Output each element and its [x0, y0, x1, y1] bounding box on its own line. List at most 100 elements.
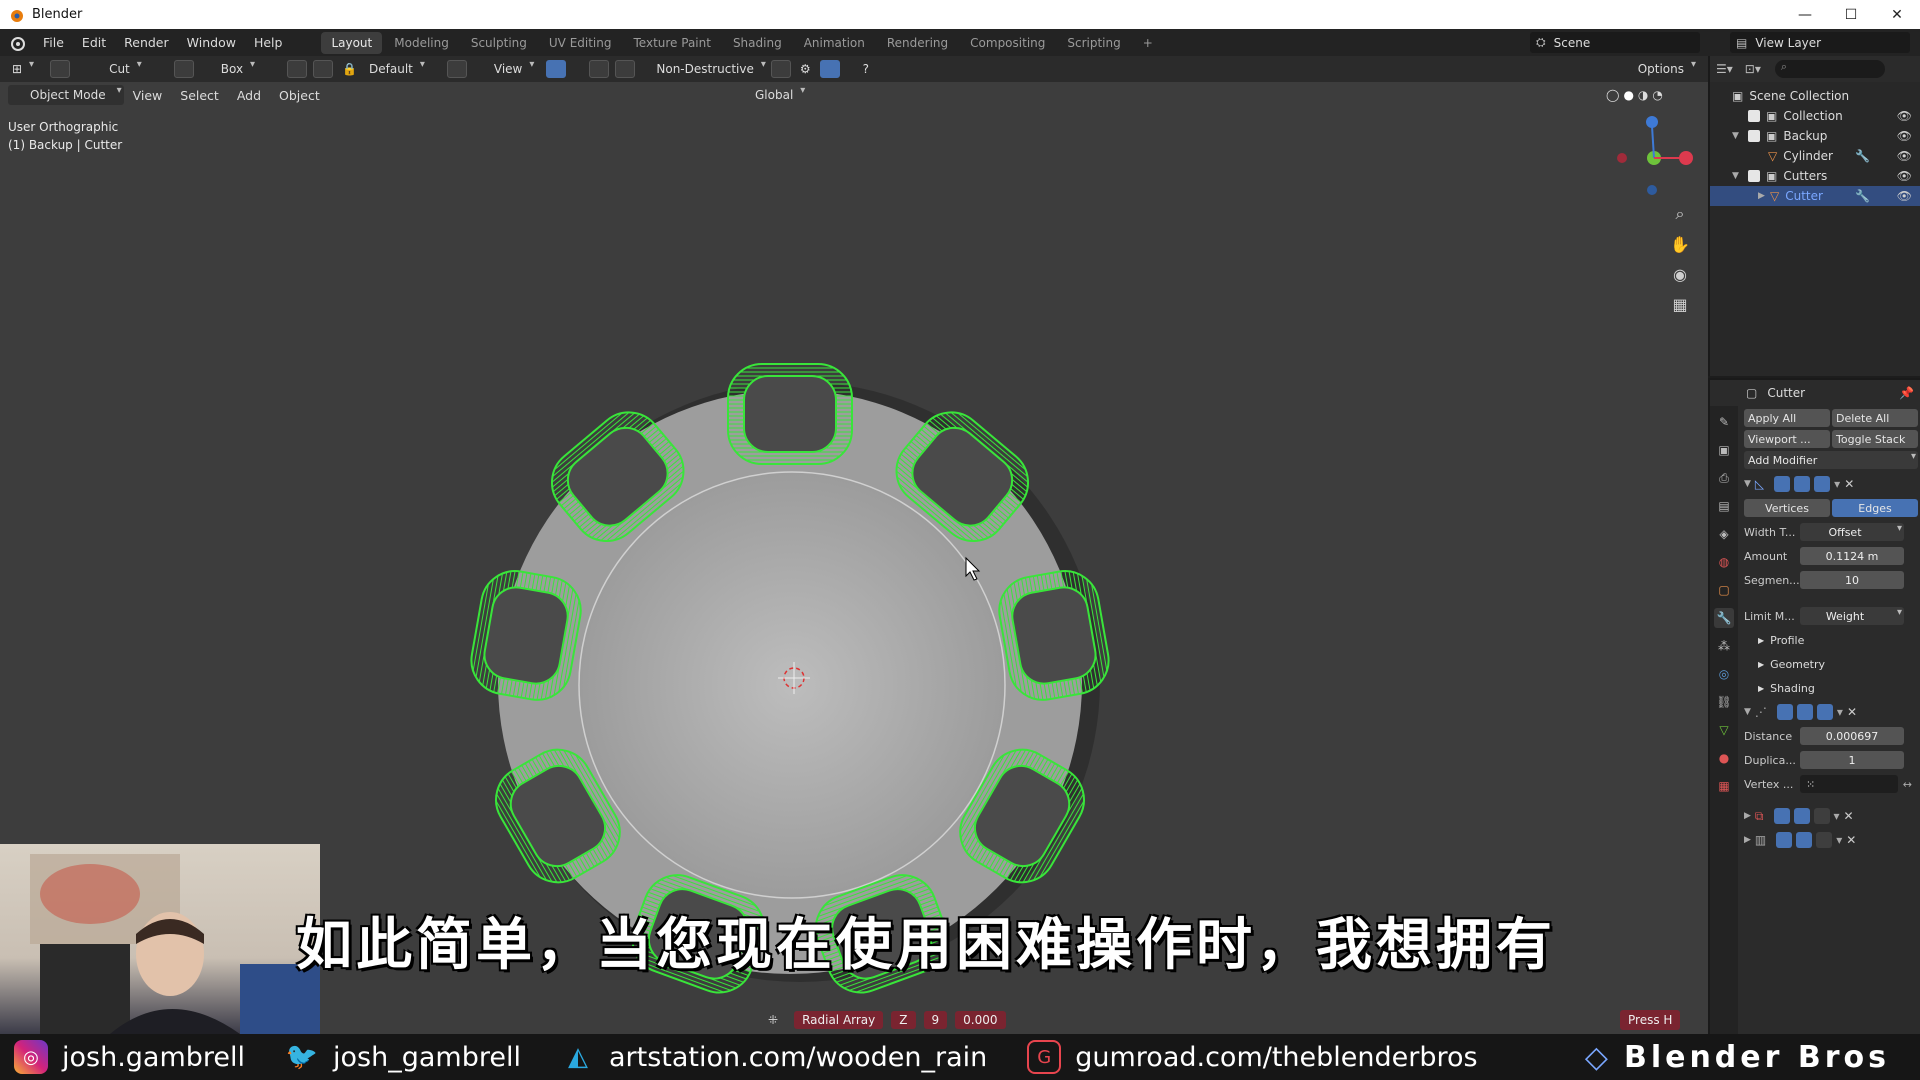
vertices-toggle[interactable]: Vertices [1744, 499, 1830, 517]
modifier-menu-icon[interactable]: ▾ [1834, 477, 1840, 491]
render-toggle[interactable] [1816, 832, 1833, 848]
delete-all-button[interactable]: Delete All [1832, 409, 1918, 427]
cutter-instance[interactable] [727, 363, 853, 465]
outliner-row-backup[interactable]: ▼ ▣ Backup 👁 [1710, 126, 1920, 146]
ortho-grid-icon[interactable]: ▦ [1668, 292, 1692, 316]
segments-field[interactable]: 10 [1800, 571, 1904, 589]
outliner-search-input[interactable]: ⌕ [1774, 60, 1885, 78]
edit-mode-toggle[interactable] [1774, 476, 1791, 492]
object-tab-icon[interactable]: ▢ [1714, 580, 1734, 600]
outliner-row-collection[interactable]: ▣ Collection 👁 [1710, 106, 1920, 126]
geometry-subpanel[interactable]: ▶ Geometry [1740, 652, 1920, 676]
menu-help[interactable]: Help [245, 29, 292, 56]
mode-toggle-icon[interactable] [173, 60, 194, 78]
non-destructive-dropdown[interactable]: Non-Destructive [650, 59, 768, 79]
invert-arrows-icon[interactable]: ↔ [1903, 778, 1912, 791]
twitter-link[interactable]: 🐦 josh_gambrell [285, 1040, 521, 1074]
menu-render[interactable]: Render [115, 29, 178, 56]
include-checkbox[interactable] [1748, 130, 1760, 142]
tab-sculpting[interactable]: Sculpting [461, 32, 537, 54]
remove-modifier-icon[interactable]: ✕ [1844, 477, 1854, 491]
expand-arrow-icon[interactable]: ▶ [1744, 811, 1751, 821]
settings-gear-icon[interactable]: ⚙ [794, 59, 817, 79]
snap-icon[interactable] [287, 60, 308, 78]
tab-modeling[interactable]: Modeling [384, 32, 459, 54]
visibility-eye-icon[interactable]: 👁 [1897, 109, 1912, 123]
data-tab-icon[interactable]: ▽ [1714, 720, 1734, 740]
operator-axis[interactable]: Z [891, 1011, 916, 1029]
render-toggle[interactable] [1816, 704, 1833, 720]
outliner-row-cutters[interactable]: ▼ ▣ Cutters 👁 [1710, 166, 1920, 186]
grid-icon[interactable] [313, 60, 334, 78]
output-tab-icon[interactable]: ⎙ [1714, 468, 1734, 488]
view-layer-selector[interactable]: ▤ View Layer [1730, 32, 1910, 53]
expand-arrow-icon[interactable]: ▶ [1744, 835, 1751, 845]
expand-arrow-icon[interactable]: ▼ [1732, 131, 1744, 141]
scene-selector[interactable]: ⛭ Scene [1530, 32, 1700, 53]
menu-window[interactable]: Window [178, 29, 245, 56]
active-tool-icon[interactable] [50, 60, 71, 78]
tab-uv-editing[interactable]: UV Editing [539, 32, 622, 54]
visibility-eye-icon[interactable]: 👁 [1897, 189, 1912, 203]
artstation-link[interactable]: ◭ artstation.com/wooden_rain [561, 1040, 987, 1074]
modifier-menu-icon[interactable]: ▾ [1837, 705, 1843, 719]
outliner-row-scene-collection[interactable]: ▣ Scene Collection [1710, 86, 1920, 106]
render-tab-icon[interactable]: ▣ [1714, 440, 1734, 460]
visibility-eye-icon[interactable]: 👁 [1897, 129, 1912, 143]
viewport-toggle-button[interactable]: Viewport ... [1744, 430, 1830, 448]
view-dropdown[interactable]: View [470, 59, 536, 79]
vertex-group-field[interactable]: ⁙ [1800, 775, 1898, 793]
instagram-link[interactable]: ◎ josh.gambrell [14, 1040, 245, 1074]
modifier-menu-icon[interactable]: ▾ [1836, 833, 1842, 847]
render-toggle[interactable] [1813, 808, 1830, 824]
minimize-button[interactable]: — [1782, 0, 1828, 29]
tab-rendering[interactable]: Rendering [877, 32, 958, 54]
blender-menu-icon[interactable] [8, 34, 26, 52]
modifier-tab-icon[interactable]: 🔧 [1714, 608, 1734, 628]
live-toggle-icon[interactable] [546, 60, 567, 78]
gumroad-link[interactable]: G gumroad.com/theblenderbros [1027, 1040, 1478, 1074]
viewport-display-toggle[interactable] [1794, 476, 1811, 492]
render-toggle[interactable] [1814, 476, 1831, 492]
operator-offset[interactable]: 0.000 [955, 1011, 1006, 1029]
outliner-filter-icon[interactable]: ⊡▾ [1745, 62, 1761, 76]
zoom-icon[interactable]: ⌕ [1668, 202, 1692, 226]
modifier-menu-icon[interactable]: ▾ [1834, 809, 1840, 823]
tool-tab-icon[interactable]: ✎ [1714, 412, 1734, 432]
tab-layout[interactable]: Layout [321, 31, 383, 54]
collapse-arrow-icon[interactable]: ▼ [1744, 707, 1751, 717]
collapse-arrow-icon[interactable]: ▼ [1744, 479, 1751, 489]
close-button[interactable]: ✕ [1874, 0, 1920, 29]
cut-mode-dropdown[interactable]: Cut [85, 59, 144, 79]
constraints-tab-icon[interactable]: ⛓ [1714, 692, 1734, 712]
menu-file[interactable]: File [34, 29, 73, 56]
particles-tab-icon[interactable]: ⁂ [1714, 636, 1734, 656]
width-type-dropdown[interactable]: Offset [1800, 523, 1904, 541]
tab-shading[interactable]: Shading [723, 32, 792, 54]
tab-compositing[interactable]: Compositing [960, 32, 1055, 54]
weld-modifier-header[interactable]: ▼ ⋰ ▾ ✕ [1744, 700, 1918, 724]
viewport-display-toggle[interactable] [1796, 832, 1813, 848]
viewport-display-toggle[interactable] [1796, 704, 1813, 720]
scene-tab-icon[interactable]: ◈ [1714, 524, 1734, 544]
collapsed-modifier-2[interactable]: ▶ ▥ ▾ ✕ [1744, 828, 1918, 852]
box-shape-dropdown[interactable]: Box [197, 59, 257, 79]
limit-method-dropdown[interactable]: Weight [1800, 607, 1904, 625]
magnet-icon[interactable] [589, 60, 610, 78]
edit-mode-toggle[interactable] [1776, 704, 1793, 720]
shading-subpanel[interactable]: ▶ Shading [1740, 676, 1920, 700]
maximize-button[interactable]: ☐ [1828, 0, 1874, 29]
pin-icon[interactable]: 📌 [1899, 386, 1914, 400]
expand-arrow-icon[interactable]: ▶ [1758, 191, 1770, 201]
duplicates-field[interactable]: 1 [1800, 751, 1904, 769]
texture-tab-icon[interactable]: ▦ [1714, 776, 1734, 796]
view-layer-tab-icon[interactable]: ▤ [1714, 496, 1734, 516]
navigation-gizmo[interactable] [1617, 116, 1693, 195]
collapsed-modifier-1[interactable]: ▶ ⧉ ▾ ✕ [1744, 804, 1918, 828]
remove-modifier-icon[interactable]: ✕ [1847, 705, 1857, 719]
material-tab-icon[interactable]: ● [1714, 748, 1734, 768]
mirror-icon[interactable] [615, 60, 636, 78]
physics-tab-icon[interactable]: ◎ [1714, 664, 1734, 684]
lock-icon[interactable]: 🔒 [336, 59, 363, 79]
pan-hand-icon[interactable]: ✋ [1668, 232, 1692, 256]
